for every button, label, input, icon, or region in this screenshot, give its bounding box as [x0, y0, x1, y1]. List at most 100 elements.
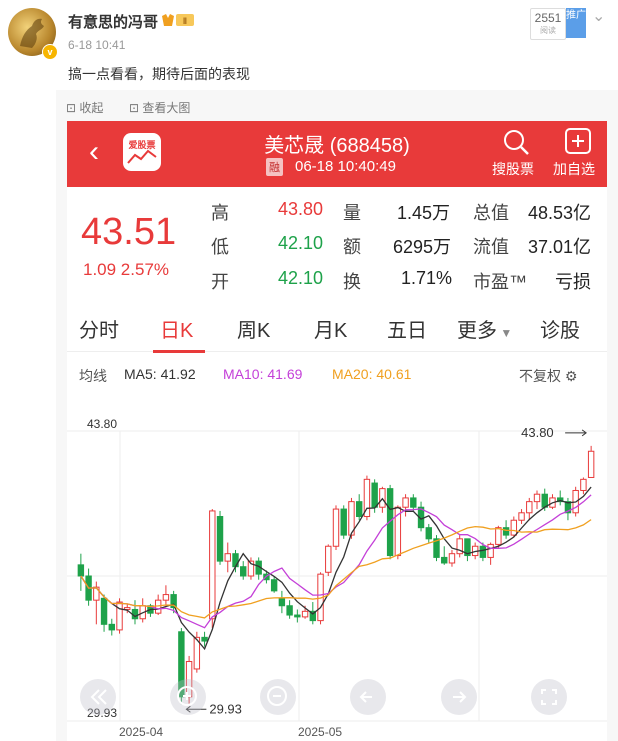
high-value: 43.80: [278, 199, 324, 219]
candle: [479, 545, 487, 558]
zoom-in-icon: [177, 686, 197, 706]
open-value: 42.10: [278, 268, 324, 288]
double-left-icon: [90, 689, 107, 705]
level-badge-icon: Ⅱ: [162, 14, 194, 27]
view-large-button[interactable]: ⊡ 查看大图: [129, 99, 190, 116]
candle: [270, 579, 278, 592]
candle: [224, 553, 231, 562]
pan-right-button[interactable]: [441, 679, 477, 715]
open-label: 开: [211, 272, 229, 292]
candle: [340, 508, 347, 536]
candle: [116, 601, 123, 631]
candle: [518, 512, 525, 521]
candle: [448, 553, 456, 564]
search-stock-button[interactable]: 搜股票: [492, 159, 534, 179]
min-price-marker: 29.93: [209, 701, 242, 716]
tab-monthly-k[interactable]: 月K: [314, 314, 347, 343]
max-price-marker: 43.80: [521, 425, 554, 440]
tab-more[interactable]: 更多 ▼: [457, 314, 512, 343]
candle: [502, 527, 510, 536]
candle: [371, 482, 378, 508]
chart-tabs: 分时 日K 周K 月K 五日 更多 ▼ 诊股: [67, 301, 607, 353]
add-watchlist-button[interactable]: 加自选: [553, 159, 595, 179]
float-cap-label: 流值: [473, 237, 509, 257]
trend-icon: [127, 149, 157, 164]
candle: [441, 556, 448, 564]
candle: [108, 623, 115, 631]
zoom-in-button[interactable]: [170, 679, 206, 715]
volume-label: 量: [343, 203, 361, 223]
tab-weekly-k[interactable]: 周K: [237, 314, 270, 343]
x-tick-label: 2025-05: [298, 725, 342, 739]
collapse-button[interactable]: ⊡ 收起: [66, 99, 103, 116]
tab-five-day[interactable]: 五日: [387, 314, 427, 343]
low-label: 低: [211, 237, 229, 257]
stock-screenshot: ‹ 爱股票 美芯晟 (688458) 融 06-18 10:40:49 搜股票 …: [67, 121, 607, 741]
username[interactable]: 有意思的冯哥: [68, 11, 158, 32]
magnify-icon: ⊡: [129, 101, 140, 115]
ma10-legend: MA10: 41.69: [223, 366, 303, 382]
candle: [209, 510, 216, 620]
tab-daily-k[interactable]: 日K: [160, 314, 193, 343]
candle: [294, 614, 301, 618]
turnover-label: 换: [343, 272, 361, 292]
ma20-legend: MA20: 40.61: [332, 366, 412, 382]
pan-left-button[interactable]: [350, 679, 386, 715]
app-logo: 爱股票: [123, 133, 161, 171]
tab-diagnose[interactable]: 诊股: [540, 314, 580, 343]
verified-icon: v: [42, 44, 58, 60]
candle: [216, 516, 224, 562]
back-icon[interactable]: ‹: [89, 135, 99, 169]
candle: [510, 519, 518, 536]
amount-label: 额: [343, 237, 361, 257]
rewind-button[interactable]: [80, 679, 116, 715]
svg-text:Ⅱ: Ⅱ: [183, 17, 187, 27]
candle: [325, 545, 332, 573]
gear-icon: ⚙: [564, 368, 578, 384]
quote-time: 06-18 10:40:49: [295, 158, 396, 175]
low-value: 42.10: [278, 233, 324, 253]
high-label: 高: [211, 203, 229, 223]
current-price: 43.51: [81, 211, 177, 253]
candle: [201, 636, 208, 642]
zoom-out-icon: [267, 686, 287, 706]
price-change: 1.09 2.57%: [83, 260, 170, 279]
fullscreen-button[interactable]: [531, 679, 567, 715]
tab-intraday[interactable]: 分时: [79, 314, 119, 343]
turnover-value: 1.71%: [401, 268, 453, 288]
candle: [487, 543, 494, 558]
amount-value: 6295万: [393, 237, 452, 257]
promote-button[interactable]: 推广: [566, 8, 586, 38]
add-watchlist-icon[interactable]: [564, 127, 592, 155]
candle: [425, 527, 432, 540]
caret-down-icon: ▼: [497, 326, 513, 340]
candle: [278, 597, 286, 607]
zoom-out-button[interactable]: [260, 679, 296, 715]
candle: [541, 493, 548, 508]
collapse-icon: ⊡: [66, 101, 77, 115]
candle: [526, 501, 533, 514]
candle: [77, 564, 85, 577]
candle: [240, 566, 247, 577]
candle: [286, 605, 293, 616]
margin-badge: 融: [266, 158, 283, 176]
candle: [580, 478, 587, 491]
volume-value: 1.45万: [397, 203, 451, 223]
candle: [495, 527, 502, 545]
chevron-down-icon[interactable]: ⌄: [592, 6, 605, 26]
adjust-button[interactable]: 不复权 ⚙: [519, 366, 577, 386]
arrow-left-icon: [359, 691, 372, 703]
stock-title: 美芯晟 (688458): [264, 135, 410, 157]
arrow-right-icon: [453, 691, 467, 703]
candle: [100, 597, 108, 625]
candle: [355, 501, 363, 518]
candle: [402, 497, 409, 508]
search-icon[interactable]: [501, 127, 531, 157]
post-time: 6-18 10:41: [68, 38, 126, 52]
candle: [533, 493, 541, 503]
candle: [587, 450, 595, 478]
kline-chart[interactable]: 43.8029.9343.8029.932025-04 2025-05: [67, 391, 607, 741]
candle: [332, 508, 340, 547]
ma-label[interactable]: 均线: [79, 366, 107, 386]
candle: [301, 610, 309, 618]
